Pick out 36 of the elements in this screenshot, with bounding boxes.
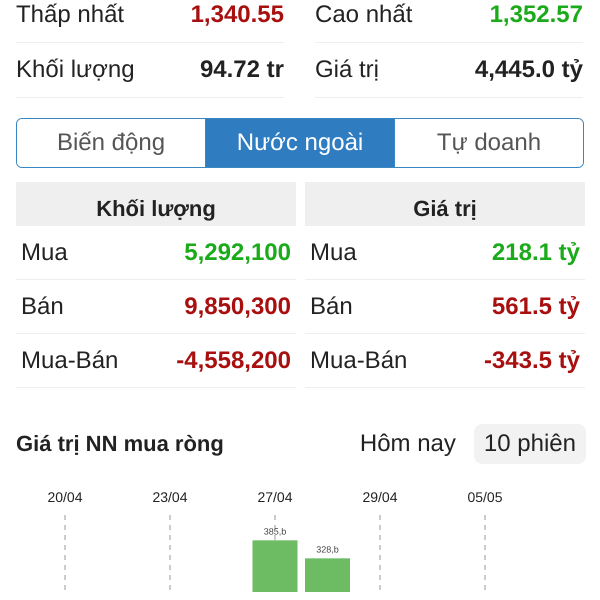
value-amount: 561.5 tỷ bbox=[492, 292, 580, 320]
volume-value: 5,292,100 bbox=[184, 238, 291, 266]
period-option[interactable]: 10 phiên bbox=[474, 424, 586, 464]
stat-value: 1,352.57 bbox=[490, 1, 583, 29]
column-header: Giá trị bbox=[305, 182, 585, 226]
stat-value: 94.72 tr bbox=[200, 56, 284, 84]
bar-value-label: 328,b bbox=[316, 544, 339, 554]
volume-value: -4,558,200 bbox=[176, 346, 291, 374]
volume-value: 9,850,300 bbox=[184, 292, 291, 320]
tab[interactable]: Nước ngoài bbox=[206, 119, 395, 167]
axis-tick-label: 23/04 bbox=[152, 489, 188, 505]
stat-value: 1,340.55 bbox=[190, 1, 284, 29]
value-amount: -343.5 tỷ bbox=[484, 346, 580, 374]
axis-tick-label: 27/04 bbox=[257, 489, 293, 505]
stat-label: Giá trị bbox=[315, 56, 380, 84]
row-label: Mua bbox=[21, 238, 68, 266]
section-title: Giá trị NN mua ròng bbox=[16, 431, 224, 457]
row-label: Mua-Bán bbox=[21, 346, 118, 374]
column-header: Khối lượng bbox=[16, 182, 296, 226]
stat-label: Thấp nhất bbox=[16, 1, 124, 29]
stat-value: 4,445.0 tỷ bbox=[474, 56, 583, 84]
bar-value-label: 385,b bbox=[264, 526, 286, 536]
stat-label: Cao nhất bbox=[315, 1, 412, 29]
axis-tick-label: 05/05 bbox=[467, 489, 503, 505]
tab[interactable]: Biến động bbox=[17, 119, 206, 167]
row-label: Bán bbox=[310, 292, 353, 320]
row-label: Mua-Bán bbox=[310, 346, 408, 374]
bar bbox=[252, 540, 298, 592]
period-option[interactable]: Hôm nay bbox=[350, 424, 466, 464]
row-label: Bán bbox=[21, 292, 64, 320]
row-label: Mua bbox=[310, 238, 357, 266]
stat-label: Khối lượng bbox=[16, 56, 135, 84]
axis-tick-label: 29/04 bbox=[362, 489, 398, 505]
value-amount: 218.1 tỷ bbox=[492, 238, 580, 266]
axis-tick-label: 20/04 bbox=[47, 489, 83, 505]
bar bbox=[305, 558, 350, 592]
